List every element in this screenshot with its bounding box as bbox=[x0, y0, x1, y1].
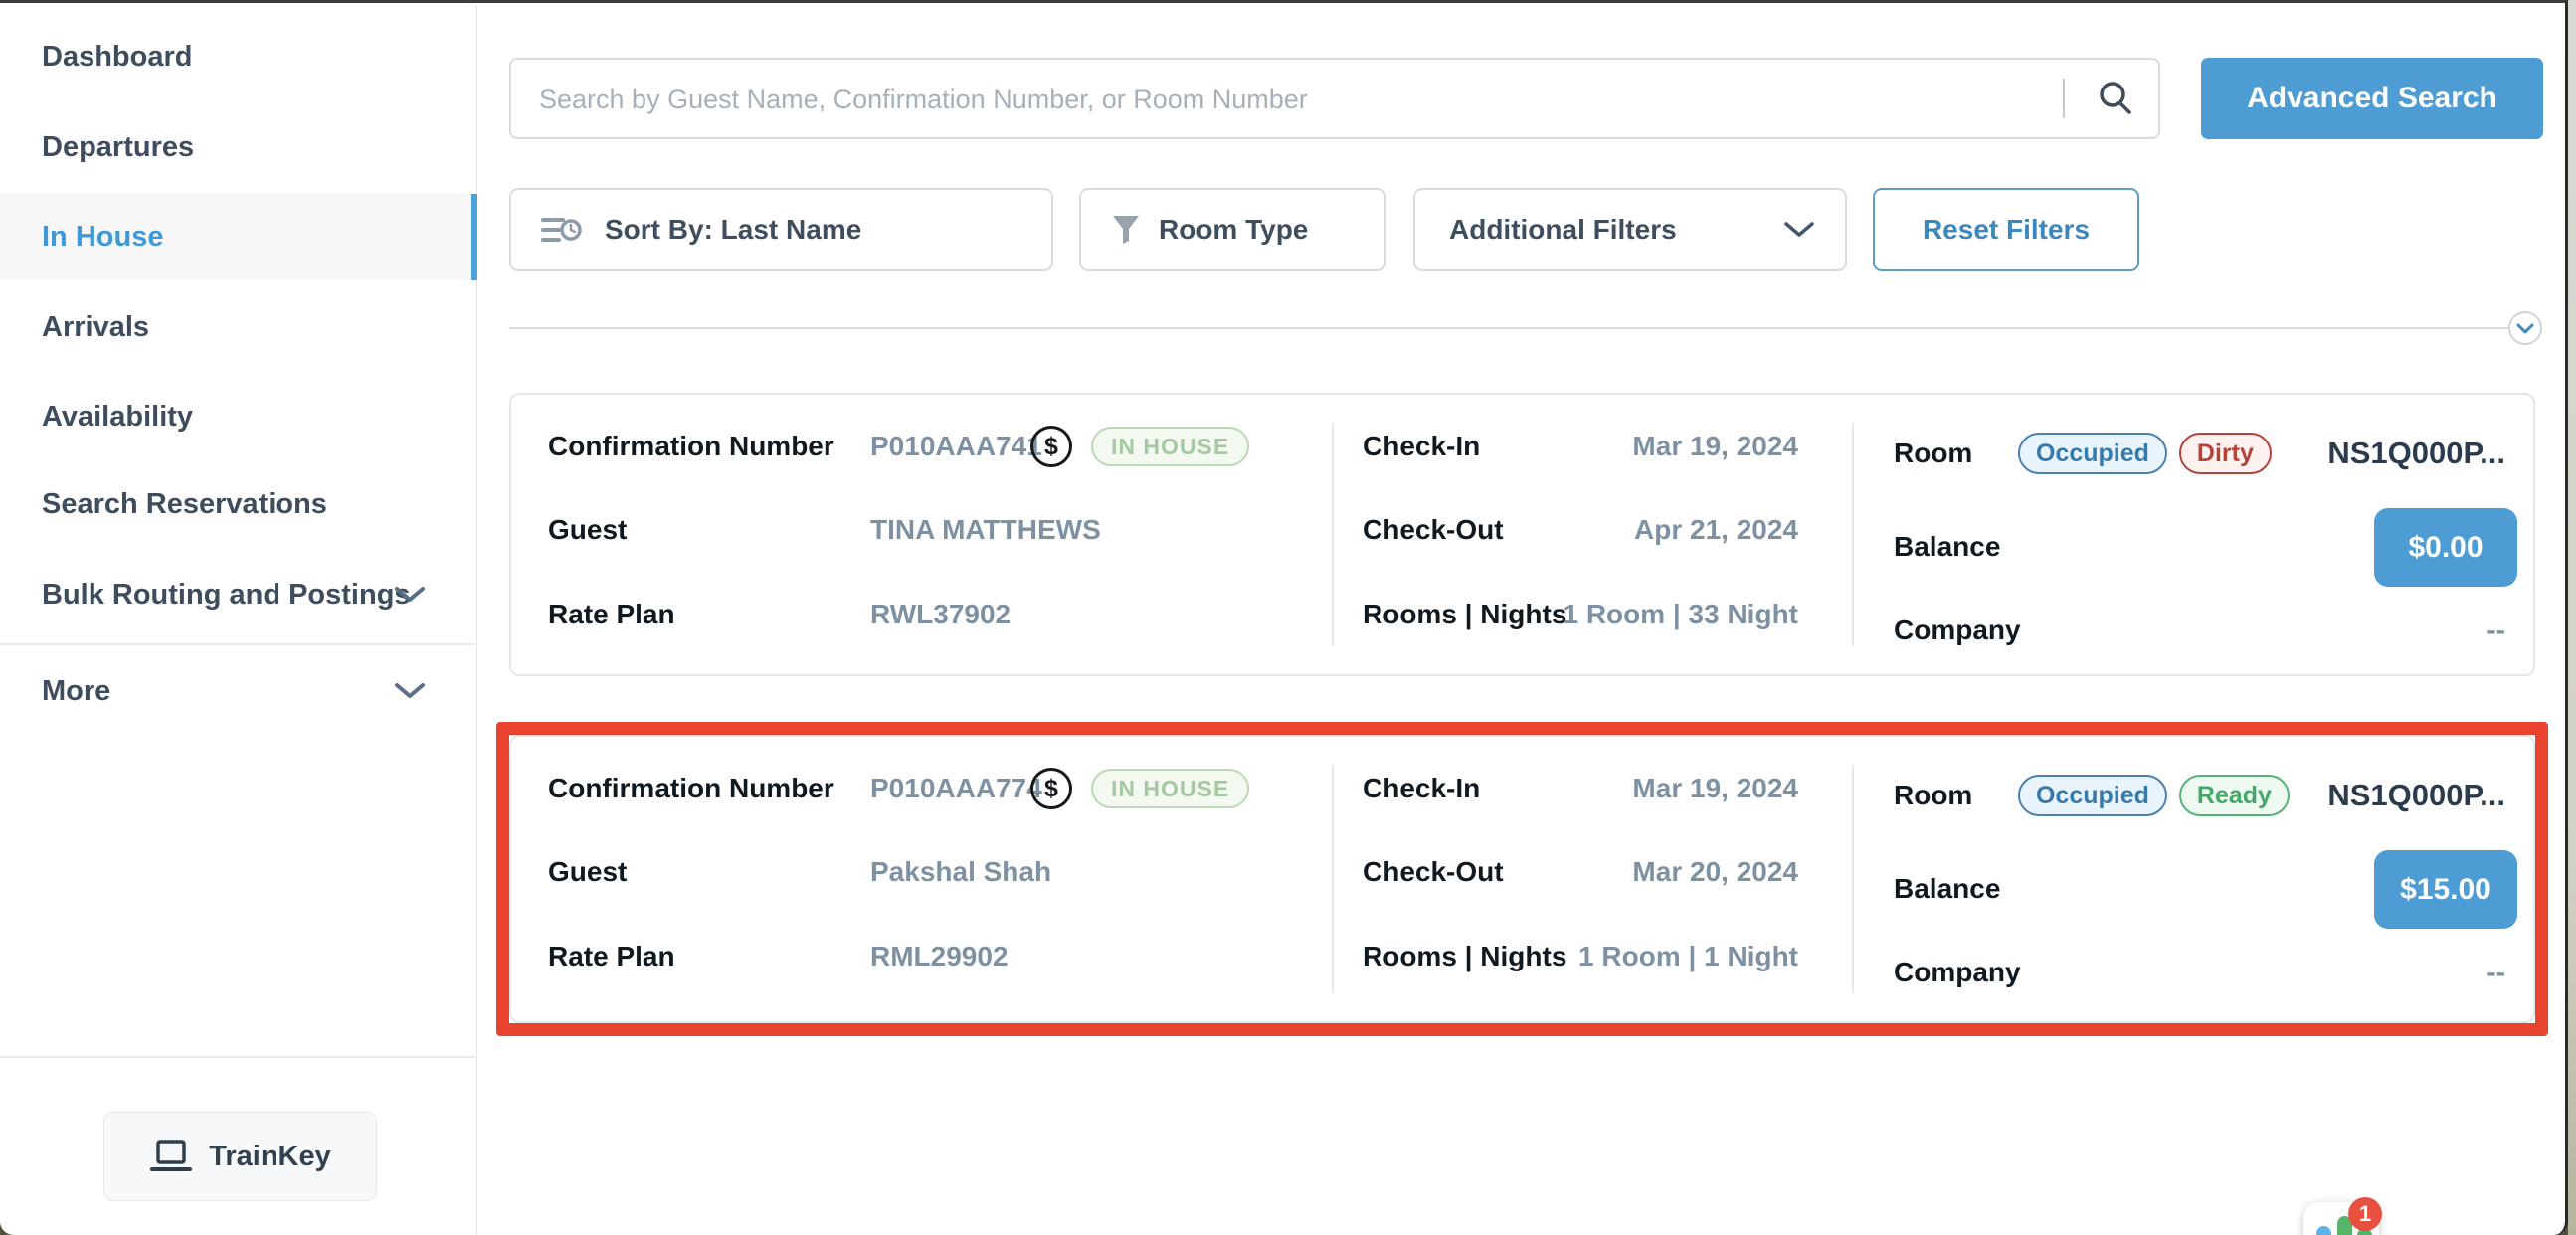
rooms-nights-value: 1 Room | 1 Night bbox=[1380, 937, 1798, 976]
confirmation-number-value: P010AAA774 bbox=[870, 769, 1042, 808]
notification-badge: 1 bbox=[2348, 1197, 2382, 1231]
guest-value: Pakshal Shah bbox=[870, 852, 1051, 892]
company-label: Company bbox=[1894, 611, 2021, 650]
housekeeping-status-badge: Dirty bbox=[2179, 433, 2272, 474]
rate-plan-value: RWL37902 bbox=[870, 595, 1011, 634]
payment-folio-icon[interactable]: $ bbox=[1030, 426, 1072, 467]
search-icon[interactable] bbox=[2097, 80, 2134, 117]
sidebar-item-arrivals[interactable]: Arrivals bbox=[0, 283, 477, 371]
payment-folio-icon[interactable]: $ bbox=[1030, 768, 1072, 809]
screen-edge-strip bbox=[2568, 0, 2576, 1235]
desktop: Dashboard Departures In House Arrivals A… bbox=[0, 0, 2576, 1235]
search-divider bbox=[2063, 79, 2065, 118]
sidebar-footer-separator bbox=[0, 1056, 477, 1058]
occupancy-status-badge: Occupied bbox=[2018, 433, 2167, 474]
advanced-search-button[interactable]: Advanced Search bbox=[2201, 58, 2543, 139]
collapse-toggle-button[interactable] bbox=[2508, 311, 2542, 345]
additional-filters-dropdown[interactable]: Additional Filters bbox=[1413, 188, 1847, 271]
sidebar-item-label: In House bbox=[42, 221, 163, 254]
company-value: -- bbox=[2486, 611, 2505, 650]
column-divider bbox=[1852, 765, 1854, 993]
guest-label: Guest bbox=[548, 510, 627, 550]
occupancy-status-badge: Occupied bbox=[2018, 775, 2167, 816]
reset-filters-label: Reset Filters bbox=[1923, 214, 2090, 246]
trainkey-button[interactable]: TrainKey bbox=[103, 1112, 377, 1201]
advanced-search-label: Advanced Search bbox=[2247, 82, 2497, 115]
list-divider bbox=[509, 327, 2508, 329]
sidebar-item-in-house[interactable]: In House bbox=[0, 194, 477, 280]
column-divider bbox=[1852, 423, 1854, 646]
guest-value: TINA MATTHEWS bbox=[870, 510, 1101, 550]
confirmation-number-label: Confirmation Number bbox=[548, 427, 834, 466]
room-type-dropdown[interactable]: Room Type bbox=[1079, 188, 1386, 271]
sidebar-item-label: Availability bbox=[42, 401, 193, 434]
room-status-pills: Occupied Dirty bbox=[2018, 433, 2284, 474]
sidebar-item-more[interactable]: More bbox=[0, 647, 477, 735]
room-number-value: NS1Q000P... bbox=[2327, 434, 2505, 473]
messenger-glyph bbox=[2316, 1226, 2331, 1235]
guest-label: Guest bbox=[548, 852, 627, 892]
sidebar-item-availability[interactable]: Availability bbox=[0, 373, 477, 460]
rooms-nights-value: 1 Room | 33 Night bbox=[1380, 595, 1798, 634]
room-label: Room bbox=[1894, 776, 1972, 815]
reservation-card[interactable]: Confirmation Number P010AAA774 $ IN HOUS… bbox=[509, 735, 2535, 1023]
check-out-value: Mar 20, 2024 bbox=[1380, 852, 1798, 892]
chevron-down-icon bbox=[1783, 221, 1815, 239]
chevron-down-icon bbox=[2516, 323, 2534, 334]
rate-plan-label: Rate Plan bbox=[548, 595, 675, 634]
app-window: Dashboard Departures In House Arrivals A… bbox=[0, 0, 2568, 1235]
sidebar-item-label: Search Reservations bbox=[42, 488, 327, 521]
sort-by-dropdown[interactable]: Sort By: Last Name bbox=[509, 188, 1053, 271]
confirmation-number-label: Confirmation Number bbox=[548, 769, 834, 808]
search-bar bbox=[509, 58, 2160, 139]
reservation-card[interactable]: Confirmation Number P010AAA741 $ IN HOUS… bbox=[509, 393, 2535, 676]
company-label: Company bbox=[1894, 953, 2021, 992]
sidebar-item-bulk-routing[interactable]: Bulk Routing and Postings bbox=[0, 551, 477, 638]
room-label: Room bbox=[1894, 434, 1972, 473]
laptop-icon bbox=[149, 1139, 193, 1174]
company-value: -- bbox=[2486, 953, 2505, 992]
in-house-status-badge: IN HOUSE bbox=[1091, 769, 1249, 808]
sidebar-item-search-reservations[interactable]: Search Reservations bbox=[0, 460, 477, 548]
sidebar-item-dashboard[interactable]: Dashboard bbox=[0, 13, 477, 100]
sidebar: Dashboard Departures In House Arrivals A… bbox=[0, 6, 477, 1235]
sidebar-item-departures[interactable]: Departures bbox=[0, 103, 477, 191]
check-in-value: Mar 19, 2024 bbox=[1380, 769, 1798, 808]
sort-by-label: Sort By: Last Name bbox=[605, 214, 861, 246]
column-divider bbox=[1332, 765, 1334, 993]
rate-plan-label: Rate Plan bbox=[548, 937, 675, 976]
additional-filters-label: Additional Filters bbox=[1449, 214, 1677, 246]
balance-label: Balance bbox=[1894, 527, 2000, 567]
check-out-value: Apr 21, 2024 bbox=[1380, 510, 1798, 550]
search-input[interactable] bbox=[537, 60, 2033, 139]
sidebar-item-label: Bulk Routing and Postings bbox=[42, 579, 411, 612]
housekeeping-status-badge: Ready bbox=[2179, 775, 2290, 816]
reset-filters-button[interactable]: Reset Filters bbox=[1873, 188, 2139, 271]
sidebar-item-label: More bbox=[42, 675, 110, 708]
room-number-value: NS1Q000P... bbox=[2327, 776, 2505, 815]
sidebar-item-label: Dashboard bbox=[42, 41, 192, 74]
sidebar-item-label: Arrivals bbox=[42, 311, 149, 344]
confirmation-number-value: P010AAA741 bbox=[870, 427, 1042, 466]
balance-amount-button[interactable]: $15.00 bbox=[2374, 850, 2517, 929]
column-divider bbox=[1332, 423, 1334, 646]
filter-funnel-icon bbox=[1111, 214, 1141, 246]
sidebar-item-label: Departures bbox=[42, 131, 194, 164]
balance-amount-button[interactable]: $0.00 bbox=[2374, 508, 2517, 587]
sort-icon bbox=[541, 212, 583, 248]
room-status-pills: Occupied Ready bbox=[2018, 775, 2301, 816]
balance-label: Balance bbox=[1894, 869, 2000, 909]
rate-plan-value: RML29902 bbox=[870, 937, 1009, 976]
room-type-label: Room Type bbox=[1159, 214, 1308, 246]
active-indicator-bar bbox=[471, 194, 477, 280]
sidebar-separator bbox=[0, 643, 477, 645]
chevron-down-icon bbox=[394, 586, 426, 604]
check-in-value: Mar 19, 2024 bbox=[1380, 427, 1798, 466]
chevron-down-icon bbox=[394, 682, 426, 700]
in-house-status-badge: IN HOUSE bbox=[1091, 427, 1249, 466]
trainkey-label: TrainKey bbox=[209, 1141, 331, 1173]
